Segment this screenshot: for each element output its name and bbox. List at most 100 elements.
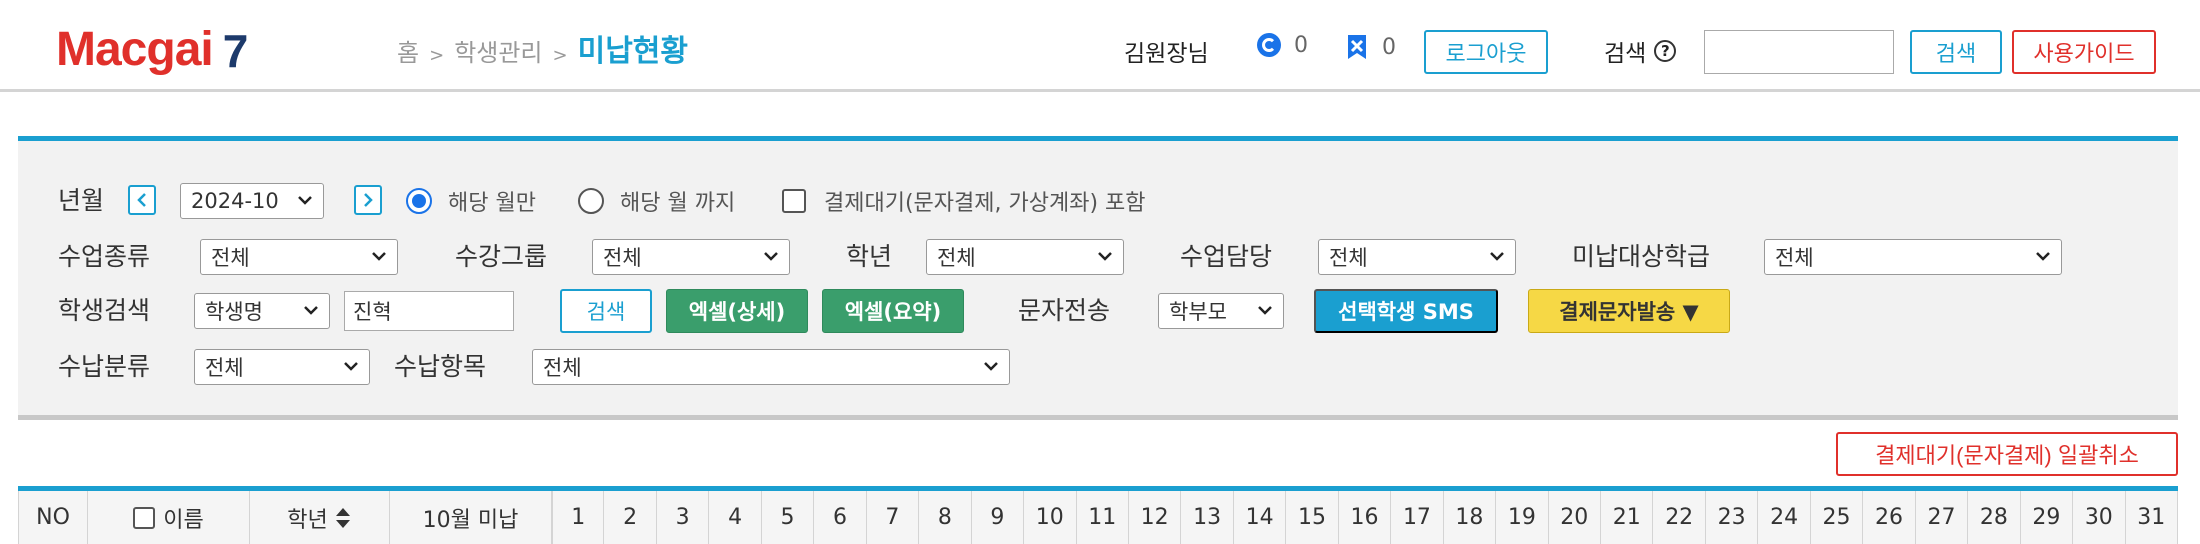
radio-until-month[interactable] <box>578 188 604 214</box>
prev-month-button[interactable] <box>128 185 156 215</box>
col-day-label: 3 <box>675 505 690 530</box>
payment-sms-button[interactable]: 결제문자발송 ▼ <box>1528 289 1730 333</box>
col-day-label: 18 <box>1455 505 1484 530</box>
col-day-label: 27 <box>1927 505 1956 530</box>
col-grade[interactable]: 학년 <box>250 491 390 544</box>
chevron-down-icon <box>372 252 386 261</box>
col-day-20: 20 <box>1549 491 1602 544</box>
grade-select[interactable]: 전체 <box>926 239 1124 275</box>
selected-student-sms-button[interactable]: 선택학생 SMS <box>1314 289 1498 333</box>
class-type-select[interactable]: 전체 <box>200 239 398 275</box>
col-no: NO <box>18 491 88 544</box>
sms-target-select[interactable]: 학부모 <box>1158 293 1284 329</box>
col-day-label: 20 <box>1560 505 1589 530</box>
unpaid-target-select[interactable]: 전체 <box>1764 239 2062 275</box>
col-day-label: 16 <box>1350 505 1379 530</box>
col-day-label: 6 <box>832 505 847 530</box>
select-all-checkbox[interactable] <box>133 506 156 529</box>
student-search-button[interactable]: 검색 <box>560 289 652 333</box>
col-day-label: 19 <box>1507 505 1536 530</box>
col-grade-label: 학년 <box>287 507 328 533</box>
col-day-6: 6 <box>814 491 867 544</box>
col-day-label: 26 <box>1875 505 1903 530</box>
pay-item-select[interactable]: 전체 <box>532 349 1010 385</box>
col-day-30: 30 <box>2073 491 2126 544</box>
chevron-right-icon <box>364 193 373 207</box>
teacher-select[interactable]: 전체 <box>1318 239 1516 275</box>
include-pending-label: 결제대기(문자결제, 가상계좌) 포함 <box>824 191 1146 216</box>
class-type-label: 수업종류 <box>58 242 151 271</box>
bulk-cancel-pending-button[interactable]: 결제대기(문자결제) 일괄취소 <box>1836 432 2178 476</box>
chevron-left-icon <box>137 193 146 207</box>
col-day-11: 11 <box>1077 491 1129 544</box>
col-day-24: 24 <box>1758 491 1811 544</box>
header-search-input[interactable] <box>1704 30 1894 74</box>
filter-row-class: 수업종류 전체 수강그룹 전체 학년 전체 수업담당 전체 미납대상학급 전체 <box>18 235 2178 275</box>
group-select[interactable]: 전체 <box>592 239 790 275</box>
header-search-button[interactable]: 검색 <box>1910 30 2002 74</box>
col-day-label: 28 <box>1979 505 2008 530</box>
col-day-label: 12 <box>1140 505 1169 530</box>
excel-detail-button[interactable]: 엑셀(상세) <box>666 289 808 333</box>
col-day-5: 5 <box>762 491 815 544</box>
student-search-input[interactable]: 진혁 <box>344 291 514 331</box>
col-day-label: 14 <box>1245 505 1274 530</box>
col-day-label: 29 <box>2032 505 2061 530</box>
col-day-18: 18 <box>1444 491 1497 544</box>
class-type-value: 전체 <box>211 246 250 270</box>
col-day-label: 24 <box>1770 505 1799 530</box>
col-day-label: 13 <box>1193 505 1222 530</box>
col-day-25: 25 <box>1811 491 1864 544</box>
col-day-31: 31 <box>2126 491 2178 544</box>
col-day-3: 3 <box>657 491 710 544</box>
excel-summary-button[interactable]: 엑셀(요약) <box>822 289 964 333</box>
chevron-down-icon <box>1490 252 1504 261</box>
col-name: 이름 <box>88 491 250 544</box>
col-day-16: 16 <box>1339 491 1392 544</box>
filter-row-payment: 수납분류 전체 수납항목 전체 <box>18 345 2178 385</box>
c-counter[interactable]: 0 <box>1256 32 1308 58</box>
header-search-label: 검색 ? <box>1604 34 1677 68</box>
top-header: Macgai 7 홈 > 학생관리 > 미납현황 김원장님 0 0 로그아웃 검… <box>0 0 2200 92</box>
x-counter-value: 0 <box>1382 34 1396 60</box>
help-icon[interactable]: ? <box>1654 40 1677 62</box>
col-day-1: 1 <box>552 491 605 544</box>
col-day-label: 15 <box>1298 505 1327 530</box>
pay-category-select[interactable]: 전체 <box>194 349 370 385</box>
col-day-28: 28 <box>1968 491 2021 544</box>
sms-label: 문자전송 <box>1018 296 1111 325</box>
col-day-22: 22 <box>1653 491 1706 544</box>
col-day-label: 23 <box>1717 505 1746 530</box>
user-guide-button[interactable]: 사용가이드 <box>2012 30 2156 74</box>
col-day-27: 27 <box>1916 491 1969 544</box>
col-day-label: 22 <box>1665 505 1694 530</box>
user-name: 김원장님 <box>1124 41 1209 67</box>
sort-icon <box>335 507 350 528</box>
col-unpaid-label: 10월 미납 <box>422 507 519 533</box>
logout-button[interactable]: 로그아웃 <box>1424 30 1548 74</box>
filter-panel: 년월 2024-10 해당 월만 해당 월 까지 결제대기(문자결제, 가상계좌… <box>18 136 2178 420</box>
x-counter[interactable]: 0 <box>1344 32 1396 62</box>
col-day-19: 19 <box>1496 491 1549 544</box>
grade-value: 전체 <box>937 246 976 270</box>
col-day-label: 2 <box>623 505 638 530</box>
col-day-4: 4 <box>709 491 762 544</box>
year-month-label: 년월 <box>58 186 105 215</box>
unpaid-target-label: 미납대상학급 <box>1572 242 1711 271</box>
col-unpaid: 10월 미납 <box>390 491 552 544</box>
grade-label: 학년 <box>846 242 893 271</box>
chevron-down-icon <box>984 362 998 371</box>
year-month-value: 2024-10 <box>191 189 279 213</box>
col-day-9: 9 <box>972 491 1025 544</box>
year-month-select[interactable]: 2024-10 <box>180 183 324 219</box>
chevron-down-icon <box>764 252 778 261</box>
include-pending-checkbox[interactable] <box>782 189 806 213</box>
student-search-field-select[interactable]: 학생명 <box>194 293 330 329</box>
group-label: 수강그룹 <box>455 242 548 271</box>
radio-month-only[interactable] <box>406 188 432 214</box>
student-search-field-value: 학생명 <box>205 300 263 324</box>
col-day-label: 10 <box>1035 505 1064 530</box>
chevron-down-icon <box>298 196 312 205</box>
col-day-17: 17 <box>1391 491 1444 544</box>
next-month-button[interactable] <box>354 185 382 215</box>
